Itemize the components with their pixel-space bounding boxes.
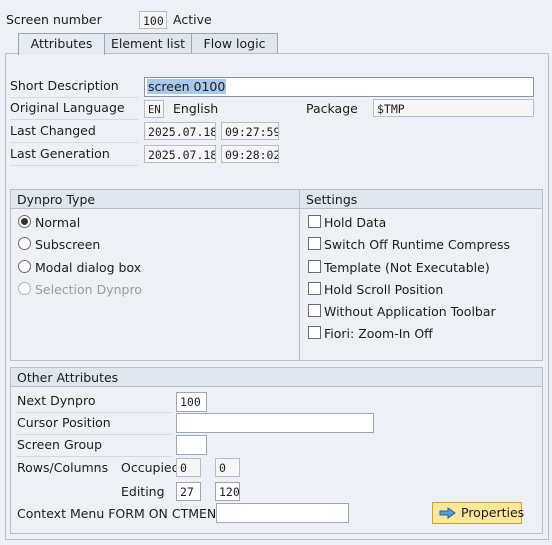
tab-attributes[interactable]: Attributes (18, 33, 105, 55)
short-description-value: screen 0100 (147, 79, 227, 94)
properties-button[interactable]: Properties (432, 502, 525, 524)
last-generation-label: Last Generation (10, 146, 110, 161)
checkbox-without-application-toolbar-label: Without Application Toolbar (324, 304, 496, 319)
settings-group: Settings Hold Data Switch Off Runtime Co… (299, 189, 543, 361)
checkbox-icon (308, 215, 321, 228)
radio-subscreen-label: Subscreen (34, 237, 101, 252)
language-code-field: EN (144, 100, 164, 118)
last-generation-date: 2025.07.18 (144, 145, 216, 163)
radio-normal[interactable]: Normal (18, 215, 80, 230)
occupied-cols-field: 0 (215, 458, 240, 477)
cursor-position-label: Cursor Position (17, 415, 111, 430)
original-language-label: Original Language (10, 100, 125, 115)
checkbox-hold-scroll-position[interactable]: Hold Scroll Position (308, 282, 443, 297)
short-description-label: Short Description (10, 78, 119, 93)
occupied-rows-field: 0 (176, 458, 201, 477)
other-attributes-title: Other Attributes (11, 368, 542, 387)
checkbox-icon (308, 282, 321, 295)
next-dynpro-label: Next Dynpro (17, 393, 96, 408)
radio-icon (18, 237, 31, 250)
checkbox-hold-data-label: Hold Data (324, 215, 387, 230)
dynpro-type-title: Dynpro Type (11, 190, 299, 209)
cursor-position-label-cell: Cursor Position (17, 415, 172, 435)
checkbox-hold-scroll-position-label: Hold Scroll Position (324, 282, 444, 297)
radio-selection-dynpro-label: Selection Dynpro (34, 282, 142, 297)
last-changed-time: 09:27:59 (221, 122, 279, 140)
checkbox-without-application-toolbar[interactable]: Without Application Toolbar (308, 304, 496, 319)
radio-normal-label: Normal (34, 215, 81, 230)
editing-label: Editing (121, 484, 165, 499)
radio-modal-dialog-box[interactable]: Modal dialog box (18, 260, 141, 275)
screen-status: Active (173, 12, 212, 27)
last-changed-date: 2025.07.18 (144, 122, 216, 140)
checkbox-hold-data[interactable]: Hold Data (308, 215, 386, 230)
next-dynpro-label-cell: Next Dynpro (17, 393, 172, 413)
cursor-position-input[interactable] (176, 413, 374, 433)
checkbox-icon (308, 326, 321, 339)
last-generation-label-cell: Last Generation (10, 146, 138, 166)
short-description-input[interactable]: screen 0100 (144, 77, 534, 97)
screen-number-label: Screen number (6, 12, 102, 27)
radio-selection-dynpro: Selection Dynpro (18, 282, 142, 297)
checkbox-icon (308, 237, 321, 250)
short-description-label-cell: Short Description (10, 78, 138, 98)
radio-icon (18, 260, 31, 273)
editing-cols-input[interactable]: 120 (215, 482, 240, 501)
next-dynpro-input[interactable]: 100 (176, 392, 207, 412)
checkbox-switch-off-runtime-compress[interactable]: Switch Off Runtime Compress (308, 237, 510, 252)
checkbox-fiori-zoom-in-off-label: Fiori: Zoom-In Off (324, 326, 433, 341)
original-language-label-cell: Original Language (10, 100, 138, 120)
last-changed-label-cell: Last Changed (10, 123, 138, 143)
context-menu-label: Context Menu FORM ON CTMENU (17, 506, 226, 521)
context-menu-input[interactable] (216, 503, 349, 523)
checkbox-switch-off-runtime-compress-label: Switch Off Runtime Compress (324, 237, 510, 252)
tab-flow-logic[interactable]: Flow logic (191, 33, 278, 53)
checkbox-icon (308, 260, 321, 273)
properties-button-label: Properties (461, 505, 525, 520)
checkbox-template-not-executable[interactable]: Template (Not Executable) (308, 260, 490, 275)
settings-title: Settings (300, 190, 542, 209)
last-changed-label: Last Changed (10, 123, 96, 138)
last-generation-time: 09:28:02 (221, 145, 279, 163)
editing-rows-input[interactable]: 27 (176, 482, 201, 501)
occupied-label: Occupied (121, 460, 180, 475)
screen-group-input[interactable] (176, 435, 207, 455)
radio-modal-dialog-box-label: Modal dialog box (34, 260, 142, 275)
dynpro-type-group: Dynpro Type Normal Subscreen Modal dialo… (10, 189, 300, 361)
screen-number-field: 100 (139, 11, 167, 29)
radio-subscreen[interactable]: Subscreen (18, 237, 100, 252)
package-label: Package (306, 101, 358, 116)
tab-element-list[interactable]: Element list (103, 33, 193, 53)
language-name: English (173, 101, 219, 116)
package-field: $TMP (373, 99, 534, 117)
checkbox-fiori-zoom-in-off[interactable]: Fiori: Zoom-In Off (308, 326, 433, 341)
radio-selected-icon (18, 215, 31, 228)
rows-columns-label: Rows/Columns (17, 460, 109, 475)
screen-group-label-cell: Screen Group (17, 437, 172, 457)
checkbox-icon (308, 304, 321, 317)
screen-group-label: Screen Group (17, 437, 103, 452)
checkbox-template-label: Template (Not Executable) (324, 260, 490, 275)
radio-disabled-icon (18, 282, 31, 295)
arrow-right-icon (439, 507, 456, 519)
